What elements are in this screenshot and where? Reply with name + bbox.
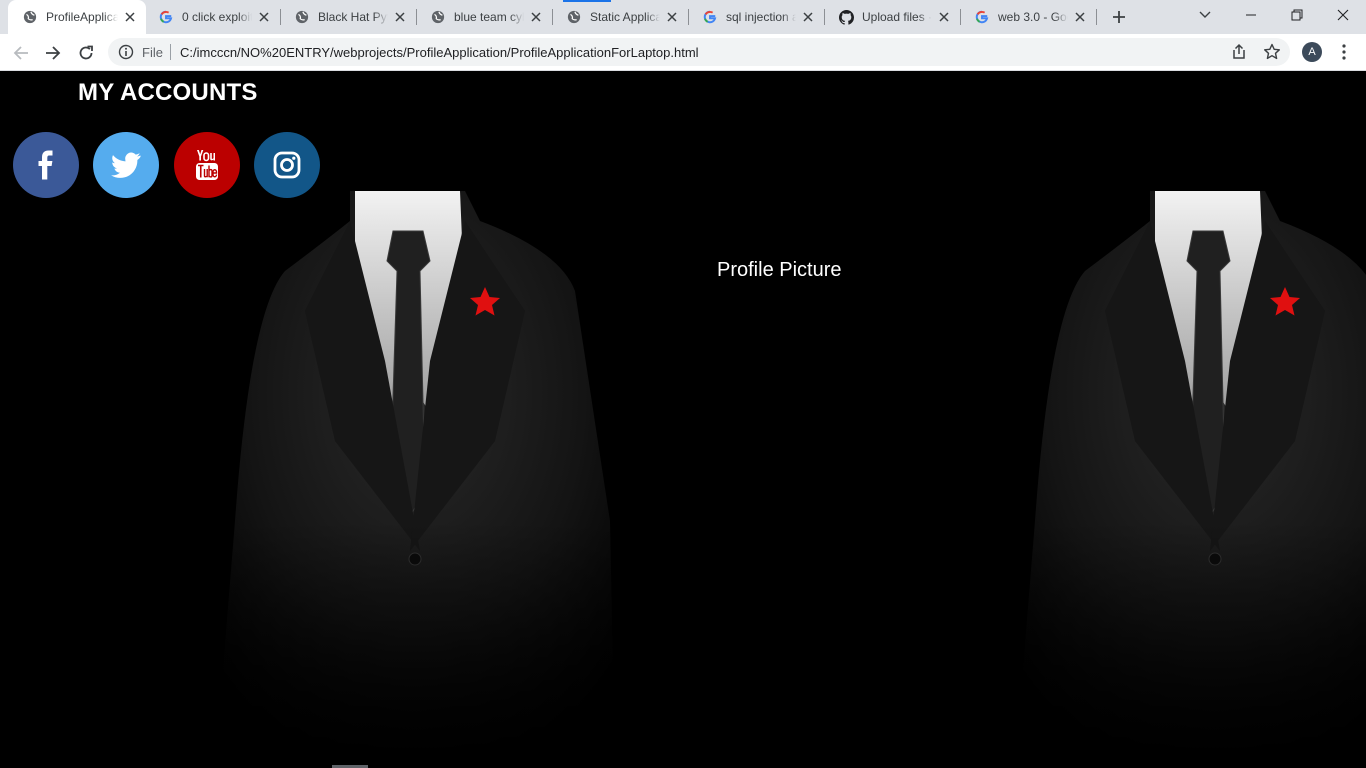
background-suit-image: [1015, 191, 1366, 768]
tab-title: Static Applica: [590, 10, 660, 24]
tab-web-3-google[interactable]: web 3.0 - Goo: [960, 0, 1096, 34]
scheme-label: File: [142, 45, 163, 60]
close-tab-icon[interactable]: [528, 9, 544, 25]
share-icon[interactable]: [1230, 43, 1248, 61]
arrow-right-icon: [46, 46, 61, 60]
minimize-button[interactable]: [1228, 0, 1274, 30]
chevron-down-icon: [1199, 11, 1211, 18]
restore-button[interactable]: [1274, 0, 1320, 30]
close-icon: [1337, 9, 1349, 21]
tab-static-application[interactable]: Static Applica: [552, 0, 688, 34]
close-tab-icon[interactable]: [392, 9, 408, 25]
tab-strip: ProfileApplica 0 click exploit Black Hat…: [0, 0, 1366, 34]
tab-title: web 3.0 - Goo: [998, 10, 1068, 24]
tab-title: 0 click exploit: [182, 10, 252, 24]
twitter-icon: [111, 152, 141, 178]
close-tab-icon[interactable]: [664, 9, 680, 25]
globe-icon: [294, 9, 310, 25]
github-icon: [838, 9, 854, 25]
close-tab-icon[interactable]: [1072, 9, 1088, 25]
close-window-button[interactable]: [1320, 0, 1366, 30]
reload-icon: [79, 45, 93, 60]
address-bar[interactable]: File C:/imcccn/NO%20ENTRY/webprojects/Pr…: [108, 38, 1290, 66]
browser-toolbar: File C:/imcccn/NO%20ENTRY/webprojects/Pr…: [0, 34, 1366, 71]
tab-title: blue team cyb: [454, 10, 524, 24]
facebook-icon: [38, 150, 53, 180]
url-text[interactable]: C:/imcccn/NO%20ENTRY/webprojects/Profile…: [180, 45, 699, 60]
close-tab-icon[interactable]: [936, 9, 952, 25]
close-tab-icon[interactable]: [800, 9, 816, 25]
instagram-link[interactable]: [254, 132, 320, 198]
globe-icon: [22, 9, 38, 25]
tab-separator: [1096, 9, 1097, 25]
profile-picture-caption: Profile Picture: [717, 259, 842, 281]
tab-title: Upload files ·: [862, 10, 932, 24]
google-icon: [702, 9, 718, 25]
restore-icon: [1291, 9, 1303, 21]
close-tab-icon[interactable]: [256, 9, 272, 25]
google-icon: [158, 9, 174, 25]
kebab-menu-icon: [1342, 44, 1346, 60]
forward-button[interactable]: [39, 39, 67, 67]
back-button[interactable]: [7, 39, 35, 67]
tab-search-button[interactable]: [1182, 0, 1228, 30]
globe-icon: [566, 9, 582, 25]
reload-button[interactable]: [72, 39, 100, 67]
close-tab-icon[interactable]: [122, 9, 138, 25]
tab-black-hat-python[interactable]: Black Hat Pyth: [280, 0, 416, 34]
tab-profile-application[interactable]: ProfileApplica: [8, 0, 146, 34]
arrow-left-icon: [13, 46, 28, 60]
new-tab-button[interactable]: [1109, 7, 1129, 27]
info-icon[interactable]: [118, 44, 134, 60]
tab-title: Black Hat Pyth: [318, 10, 388, 24]
profile-avatar[interactable]: A: [1302, 42, 1322, 62]
page-viewport: MY ACCOUNTS Profile Picture: [0, 71, 1366, 768]
tab-title: sql injection a: [726, 10, 796, 24]
google-icon: [974, 9, 990, 25]
twitter-link[interactable]: [93, 132, 159, 198]
tab-title: ProfileApplica: [46, 10, 118, 24]
tab-blue-team-cyber[interactable]: blue team cyb: [416, 0, 552, 34]
youtube-icon: [196, 150, 218, 180]
tab-sql-injection[interactable]: sql injection a: [688, 0, 824, 34]
page-heading: MY ACCOUNTS: [78, 79, 258, 106]
globe-icon: [430, 9, 446, 25]
instagram-icon: [273, 151, 301, 179]
bookmark-star-icon[interactable]: [1262, 42, 1282, 62]
minimize-icon: [1246, 14, 1256, 16]
background-suit-image: [215, 191, 615, 768]
tab-0-click-exploit[interactable]: 0 click exploit: [144, 0, 280, 34]
facebook-link[interactable]: [13, 132, 79, 198]
menu-button[interactable]: [1336, 42, 1352, 62]
youtube-link[interactable]: [174, 132, 240, 198]
plus-icon: [1113, 11, 1125, 23]
tab-upload-files-github[interactable]: Upload files ·: [824, 0, 960, 34]
omnibox-divider: [170, 44, 171, 60]
